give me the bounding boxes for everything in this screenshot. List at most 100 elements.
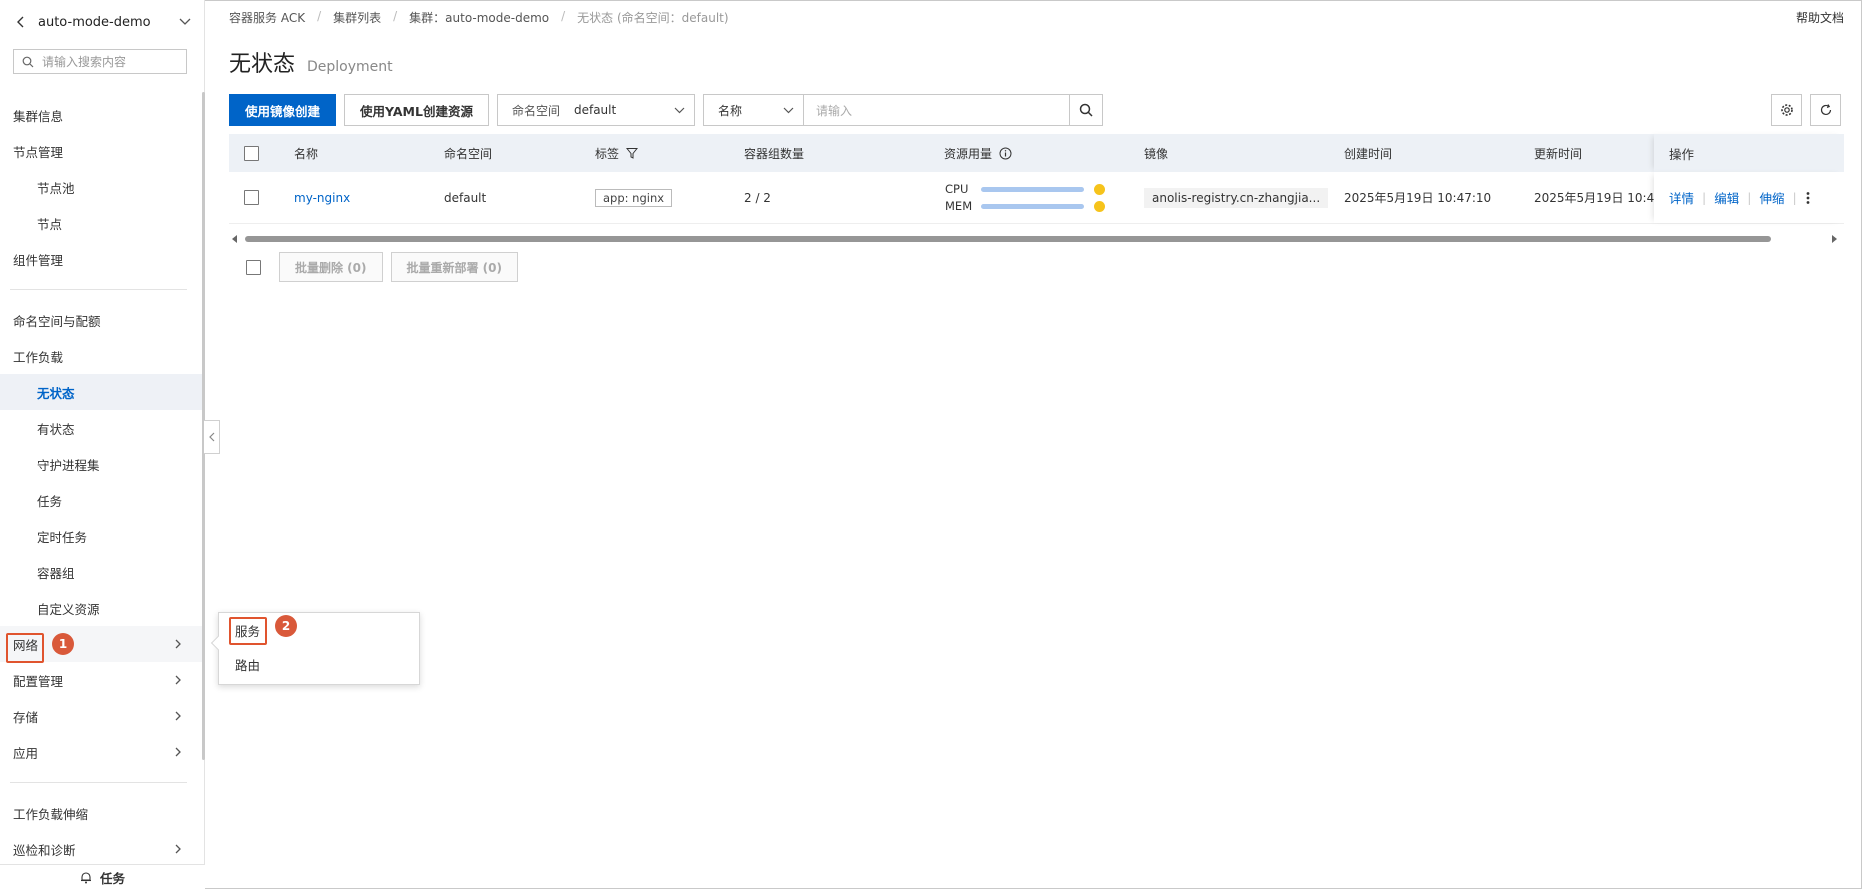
image-tag: anolis-registry.cn-zhangjia... (1144, 187, 1329, 208)
sidebar-item-label: 配置管理 (13, 673, 64, 689)
sidebar-item-label: 守护进程集 (37, 457, 100, 473)
more-actions-icon[interactable] (1805, 191, 1811, 205)
sidebar-item-inspection[interactable]: 巡检和诊断 (0, 831, 202, 867)
deployments-table: 名称 命名空间 标签 容器组数量 资源用量 镜像 创建时间 更新时间 操作 my… (229, 134, 1844, 243)
sidebar-item-autoscaling[interactable]: 工作负载伸缩 (0, 795, 202, 831)
sidebar-item-statefulsets[interactable]: 有状态 (0, 410, 202, 446)
sidebar-item-workloads[interactable]: 工作负载 (0, 338, 202, 374)
column-header-created[interactable]: 创建时间 (1344, 134, 1392, 172)
select-all-checkbox[interactable] (244, 145, 259, 161)
chevron-right-icon (175, 747, 181, 757)
cluster-switcher[interactable]: auto-mode-demo (0, 0, 204, 44)
batch-select-checkbox[interactable] (246, 259, 261, 275)
back-arrow-icon[interactable] (14, 15, 28, 29)
table-horizontal-scrollbar[interactable] (229, 232, 1844, 246)
row-created-time: 2025年5月19日 10:47:10 (1344, 191, 1492, 205)
sidebar-item-cluster-info[interactable]: 集群信息 (0, 97, 202, 133)
sidebar-item-label: 节点 (37, 216, 63, 232)
actions-separator: | (1747, 190, 1752, 205)
step-badge-1: 1 (52, 633, 74, 655)
tasks-bar[interactable]: 任务 (0, 864, 205, 889)
sidebar-menu: 集群信息 节点管理 节点池 节点 组件管理 命名空间与配额 工作负载 无状态 有… (0, 97, 202, 867)
sidebar-item-namespaces[interactable]: 命名空间与配额 (0, 302, 202, 338)
row-checkbox[interactable] (244, 190, 259, 205)
column-header-actions-text: 操作 (1669, 146, 1695, 162)
sidebar: auto-mode-demo 请输入搜索内容 集群信息 节点管理 节点池 节点 … (0, 0, 205, 889)
scroll-right-icon[interactable] (1831, 235, 1838, 243)
deployment-name-link[interactable]: my-nginx (294, 172, 350, 223)
sidebar-item-deployments[interactable]: 无状态 (0, 374, 202, 410)
mem-label: MEM (945, 199, 973, 213)
create-from-image-button[interactable]: 使用镜像创建 (229, 94, 337, 126)
sidebar-item-label: 自定义资源 (37, 601, 100, 617)
refresh-button[interactable] (1810, 94, 1841, 126)
sidebar-item-node-management[interactable]: 节点管理 (0, 133, 202, 169)
chevron-right-icon (175, 844, 181, 854)
search-button[interactable] (1069, 94, 1103, 126)
namespace-select-value: default (573, 103, 617, 117)
cpu-usage-bar (981, 186, 1084, 192)
sidebar-divider (10, 782, 187, 783)
filter-field-select[interactable]: 名称 (702, 94, 804, 126)
breadcrumb-cluster-list[interactable]: 集群列表 (333, 9, 381, 26)
sidebar-collapse-button[interactable] (204, 420, 220, 454)
search-icon (22, 56, 34, 67)
namespace-select[interactable]: 命名空间 default (496, 94, 695, 126)
sidebar-item-applications[interactable]: 应用 (0, 734, 202, 770)
batch-delete-button[interactable]: 批量删除 (0) (279, 252, 383, 282)
sidebar-item-label: 集群信息 (13, 108, 64, 124)
column-header-actions: 操作 (1654, 134, 1844, 172)
search-input[interactable]: 请输入 (803, 94, 1070, 126)
sidebar-item-daemonsets[interactable]: 守护进程集 (0, 446, 202, 482)
scrollbar-thumb[interactable] (245, 236, 1771, 242)
sidebar-item-storage[interactable]: 存储 (0, 698, 202, 734)
sidebar-item-cronjobs[interactable]: 定时任务 (0, 518, 202, 554)
scale-link[interactable]: 伸缩 (1759, 188, 1784, 207)
filter-icon[interactable] (626, 147, 639, 159)
tasks-label: 任务 (99, 870, 125, 886)
sidebar-item-label: 应用 (13, 745, 39, 761)
column-header-resources: 资源用量 (944, 134, 1012, 172)
sidebar-item-node-pools[interactable]: 节点池 (0, 169, 202, 205)
cpu-warning-icon[interactable] (1094, 183, 1105, 195)
column-header-image: 镜像 (1144, 146, 1169, 161)
create-from-yaml-button[interactable]: 使用YAML创建资源 (344, 94, 489, 126)
cluster-name: auto-mode-demo (38, 14, 151, 30)
breadcrumb-current: 无状态 (命名空间：default) (577, 11, 729, 25)
chevron-down-icon (783, 107, 794, 114)
column-header-updated[interactable]: 更新时间 (1534, 134, 1582, 172)
sidebar-item-label: 组件管理 (13, 252, 64, 268)
edit-link[interactable]: 编辑 (1714, 188, 1739, 207)
chevron-down-icon[interactable] (178, 15, 192, 29)
details-link[interactable]: 详情 (1669, 188, 1694, 207)
page-title-text: 无状态 (229, 52, 296, 77)
table-row: my-nginx default app: nginx 2 / 2 CPU ME… (229, 172, 1844, 224)
mem-warning-icon[interactable] (1094, 200, 1105, 212)
page-title: 无状态 Deployment (229, 46, 393, 78)
help-docs-link[interactable]: 帮助文档 (1796, 9, 1844, 26)
sidebar-item-pods[interactable]: 容器组 (0, 554, 202, 590)
chevron-right-icon (175, 711, 181, 721)
column-header-name[interactable]: 名称 (294, 134, 318, 172)
sidebar-item-custom-resources[interactable]: 自定义资源 (0, 590, 202, 626)
sidebar-item-nodes[interactable]: 节点 (0, 205, 202, 241)
sidebar-item-label: 节点池 (37, 180, 75, 196)
sidebar-item-config[interactable]: 配置管理 (0, 662, 202, 698)
scroll-left-icon[interactable] (231, 235, 238, 243)
settings-button[interactable] (1771, 94, 1802, 126)
sidebar-item-jobs[interactable]: 任务 (0, 482, 202, 518)
sidebar-item-label: 有状态 (37, 421, 75, 437)
breadcrumb-separator: / (317, 9, 322, 23)
chevron-left-icon (208, 432, 214, 442)
sidebar-item-components[interactable]: 组件管理 (0, 241, 202, 277)
highlight-network (6, 633, 44, 663)
breadcrumb-cluster[interactable]: 集群：auto-mode-demo (409, 9, 549, 26)
info-icon[interactable] (999, 147, 1012, 160)
main-content: 容器服务 ACK / 集群列表 / 集群：auto-mode-demo / 无状… (229, 0, 1862, 889)
sidebar-search-input[interactable]: 请输入搜索内容 (13, 49, 187, 74)
batch-redeploy-button[interactable]: 批量重新部署 (0) (390, 252, 518, 282)
breadcrumb-ack[interactable]: 容器服务 ACK (229, 9, 305, 26)
column-header-labels-text: 标签 (595, 146, 620, 161)
chevron-right-icon (175, 639, 181, 649)
column-header-resources-text: 资源用量 (944, 146, 993, 161)
